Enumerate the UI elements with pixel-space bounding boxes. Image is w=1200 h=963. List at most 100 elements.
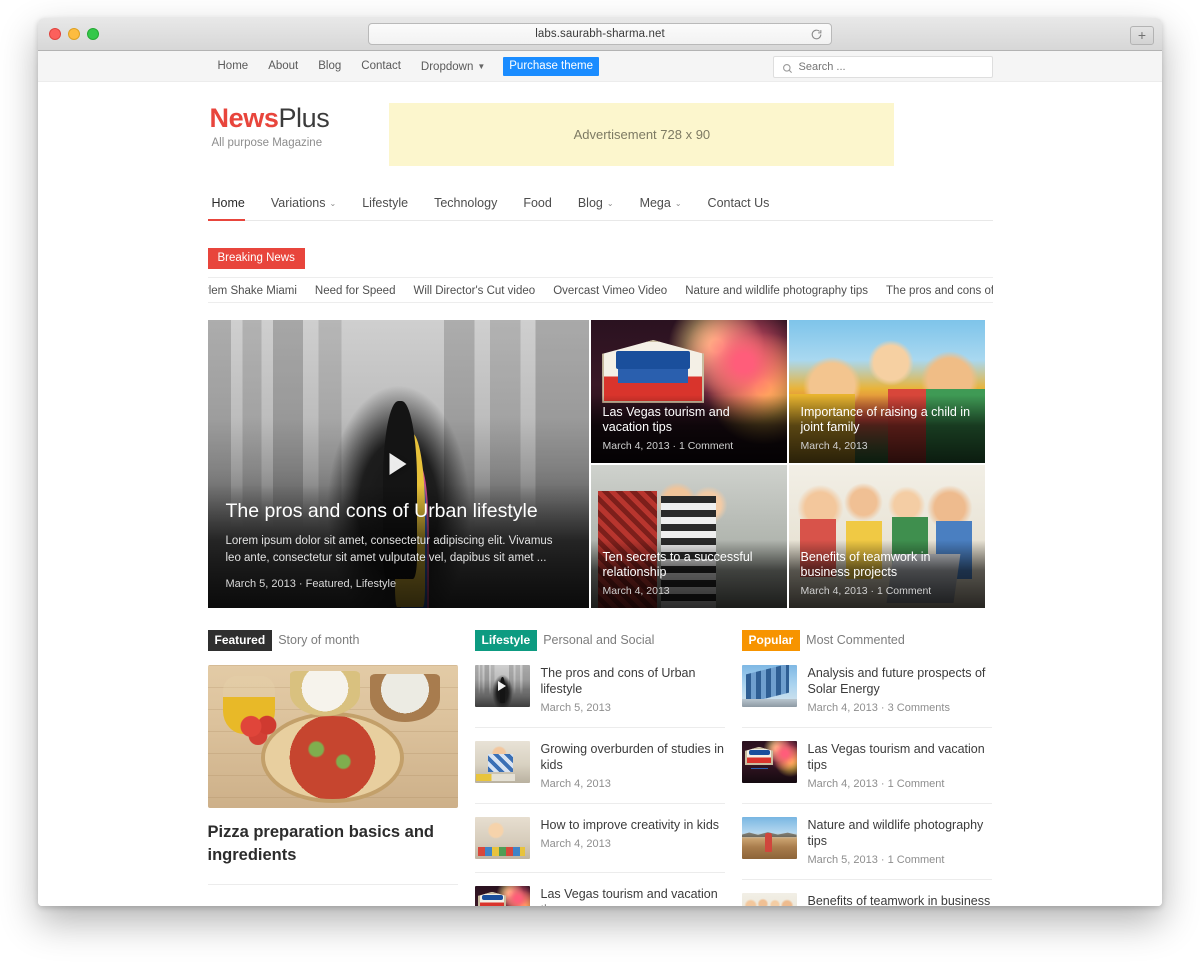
minimize-window-button[interactable] — [68, 28, 80, 40]
chevron-down-icon: ⌄ — [674, 199, 682, 208]
hero-tile[interactable]: Benefits of teamwork in business project… — [788, 465, 985, 608]
nav-item-contact-us[interactable]: Contact Us — [695, 196, 783, 220]
tomatoes — [235, 713, 285, 746]
nav-item-technology[interactable]: Technology — [421, 196, 510, 220]
logo-second-word: Plus — [278, 103, 330, 133]
ticker-item[interactable]: Nature and wildlife photography tips — [676, 285, 877, 297]
nav-item-home[interactable]: Home — [207, 196, 258, 221]
ticker-item[interactable]: The pros and cons of Urban lifestyle — [877, 285, 992, 297]
list-item[interactable]: How to improve creativity in kids March … — [474, 817, 725, 873]
topnav-item-contact[interactable]: Contact — [351, 51, 411, 82]
chevron-down-icon: ⌄ — [329, 199, 337, 208]
column-badge-lifestyle: Lifestyle — [474, 630, 538, 651]
topnav-item-about[interactable]: About — [258, 51, 308, 82]
column-heading-lifestyle: Personal and Social — [543, 633, 655, 647]
list-item[interactable]: Las Vegas tourism and vacation tips Marc… — [474, 886, 725, 906]
hero-featured-tile[interactable]: The pros and cons of Urban lifestyle Lor… — [207, 320, 589, 608]
hero-tile[interactable]: Importance of raising a child in joint f… — [788, 320, 985, 463]
search-input[interactable] — [798, 60, 984, 73]
nav-label: Blog — [577, 196, 603, 210]
ticker-item[interactable]: Need for Speed — [306, 285, 405, 297]
column-lifestyle-header: Lifestyle Personal and Social — [474, 630, 725, 651]
address-bar[interactable]: labs.saurabh-sharma.net — [368, 23, 832, 45]
list-item[interactable]: Nature and wildlife photography tips Mar… — [741, 817, 992, 880]
hero-tile-title: Ten secrets to a successful relationship — [602, 550, 753, 579]
post-meta: March 4, 2013 — [540, 778, 611, 790]
post-thumbnail — [474, 886, 530, 906]
featured-post-image[interactable] — [207, 665, 458, 808]
ticker-item[interactable]: Overcast Vimeo Video — [544, 285, 676, 297]
browser-window: labs.saurabh-sharma.net + Home About Blo… — [38, 18, 1162, 906]
post-thumbnail — [741, 665, 797, 707]
column-badge-featured: Featured — [207, 630, 273, 651]
hero-tile[interactable]: Las Vegas tourism and vacation tips Marc… — [590, 320, 787, 463]
reload-icon[interactable] — [809, 27, 824, 42]
post-thumbnail — [741, 741, 797, 783]
site-branding[interactable]: NewsPlus All purpose Magazine — [208, 103, 330, 149]
topnav-label: Home — [217, 60, 249, 72]
post-meta: March 4, 2013 · 3 Comments — [807, 702, 950, 714]
topnav-item-home[interactable]: Home — [208, 51, 259, 82]
chevron-down-icon: ▼ — [477, 61, 486, 71]
nav-item-food[interactable]: Food — [510, 196, 565, 220]
hero-tile[interactable]: Ten secrets to a successful relationship… — [590, 465, 787, 608]
column-featured-header: Featured Story of month — [207, 630, 458, 651]
play-icon[interactable] — [389, 453, 407, 475]
chevron-down-icon: ⌄ — [606, 199, 614, 208]
post-title: Nature and wildlife photography tips — [807, 818, 984, 848]
window-traffic-lights — [49, 28, 99, 40]
ticker-item[interactable]: arlem Shake Miami — [208, 285, 306, 297]
search-icon — [782, 61, 793, 74]
nav-label: Technology — [434, 196, 498, 210]
nav-item-variations[interactable]: Variations ⌄ — [258, 196, 349, 220]
post-title: Analysis and future prospects of Solar E… — [807, 666, 986, 696]
hero-featured-title: The pros and cons of Urban lifestyle — [225, 500, 538, 522]
nav-label: Lifestyle — [362, 196, 409, 210]
post-meta: March 4, 2013 — [540, 838, 611, 850]
post-thumbnail — [474, 741, 530, 783]
flour-bowl — [370, 673, 440, 723]
featured-post-title[interactable]: Pizza preparation basics and ingredients — [207, 821, 458, 885]
column-popular-header: Popular Most Commented — [741, 630, 992, 651]
post-thumbnail — [474, 665, 530, 707]
list-item[interactable]: Las Vegas tourism and vacation tips Marc… — [741, 741, 992, 804]
lifestyle-post-list: The pros and cons of Urban lifestyle Mar… — [474, 665, 725, 906]
nav-item-lifestyle[interactable]: Lifestyle — [349, 196, 421, 220]
hero-featured-meta: March 5, 2013 · Featured, Lifestyle — [225, 578, 397, 590]
list-item[interactable]: Benefits of teamwork in business project… — [741, 893, 992, 906]
list-item[interactable]: Analysis and future prospects of Solar E… — [741, 665, 992, 728]
new-tab-button[interactable]: + — [1130, 26, 1154, 45]
column-badge-popular: Popular — [741, 630, 801, 651]
topnav-label: Blog — [318, 60, 342, 72]
topnav-item-dropdown[interactable]: Dropdown ▼ — [411, 51, 495, 83]
post-thumbnail — [741, 817, 797, 859]
search-box[interactable] — [772, 55, 993, 78]
content-columns: Featured Story of month Pizza preparation… — [207, 630, 993, 906]
purchase-theme-button[interactable]: Purchase theme — [503, 57, 600, 76]
column-heading-popular: Most Commented — [806, 633, 905, 647]
ticker-item[interactable]: Will Director's Cut video — [404, 285, 544, 297]
breaking-news-ticker[interactable]: arlem Shake Miami Need for Speed Will Di… — [207, 277, 993, 303]
nav-item-blog[interactable]: Blog ⌄ — [565, 196, 627, 220]
zoom-window-button[interactable] — [87, 28, 99, 40]
advertisement-banner[interactable]: Advertisement 728 x 90 — [389, 103, 895, 166]
masthead: NewsPlus All purpose Magazine Advertisem… — [208, 82, 993, 166]
nav-label: Home — [211, 196, 245, 210]
top-navigation: Home About Blog Contact Dropdown ▼ Purcha… — [208, 51, 600, 83]
nav-label: Contact Us — [707, 196, 770, 210]
close-window-button[interactable] — [49, 28, 61, 40]
site-logo: NewsPlus — [210, 103, 330, 134]
hero-featured-excerpt: Lorem ipsum dolor sit amet, consectetur … — [225, 535, 553, 564]
list-item[interactable]: The pros and cons of Urban lifestyle Mar… — [474, 665, 725, 728]
topnav-item-blog[interactable]: Blog — [308, 51, 351, 82]
address-bar-url: labs.saurabh-sharma.net — [535, 28, 665, 40]
nav-label: Variations — [270, 196, 326, 210]
hero-tile-meta: March 4, 2013 · 1 Comment — [602, 440, 734, 452]
hero-tile-title: Benefits of teamwork in business project… — [800, 550, 931, 579]
secondary-topbar: Home About Blog Contact Dropdown ▼ Purcha… — [38, 51, 1162, 82]
list-item[interactable]: Growing overburden of studies in kids Ma… — [474, 741, 725, 804]
nav-item-mega[interactable]: Mega ⌄ — [627, 196, 695, 220]
post-title: Benefits of teamwork in business project… — [807, 894, 991, 906]
nav-label: Food — [523, 196, 552, 210]
topnav-label: About — [268, 60, 299, 72]
